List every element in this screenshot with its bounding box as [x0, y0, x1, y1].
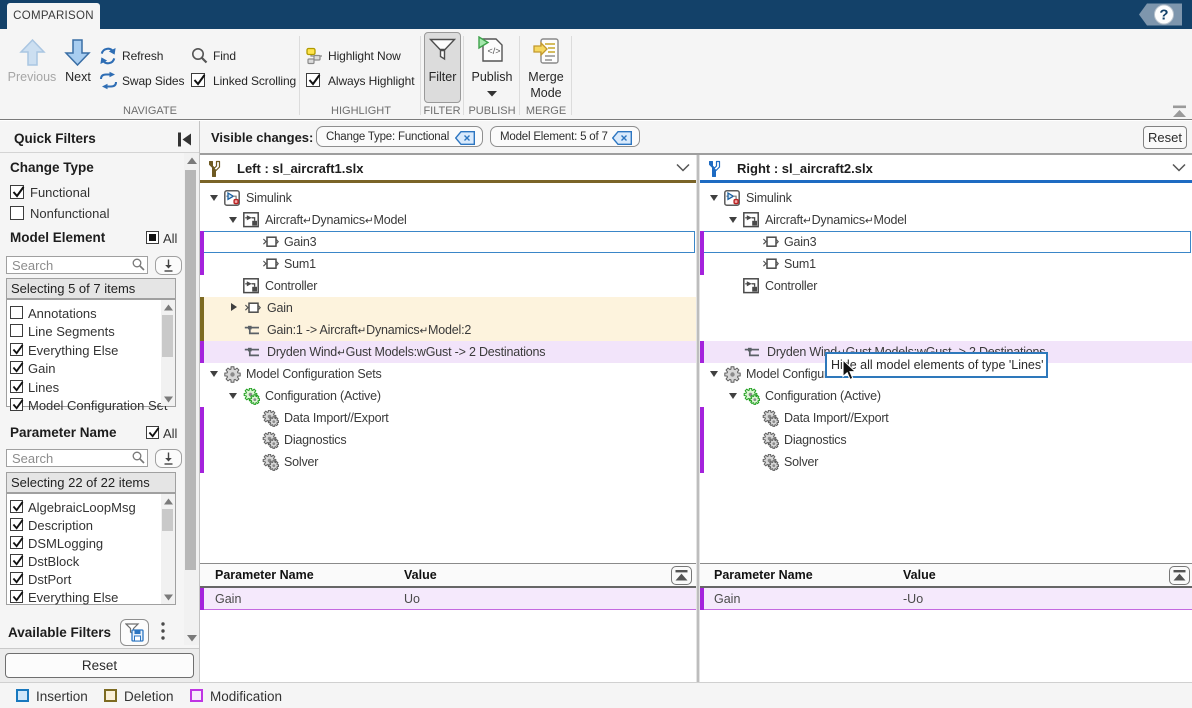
- svg-text:</>: </>: [487, 46, 500, 56]
- svg-text:?: ?: [1159, 7, 1168, 24]
